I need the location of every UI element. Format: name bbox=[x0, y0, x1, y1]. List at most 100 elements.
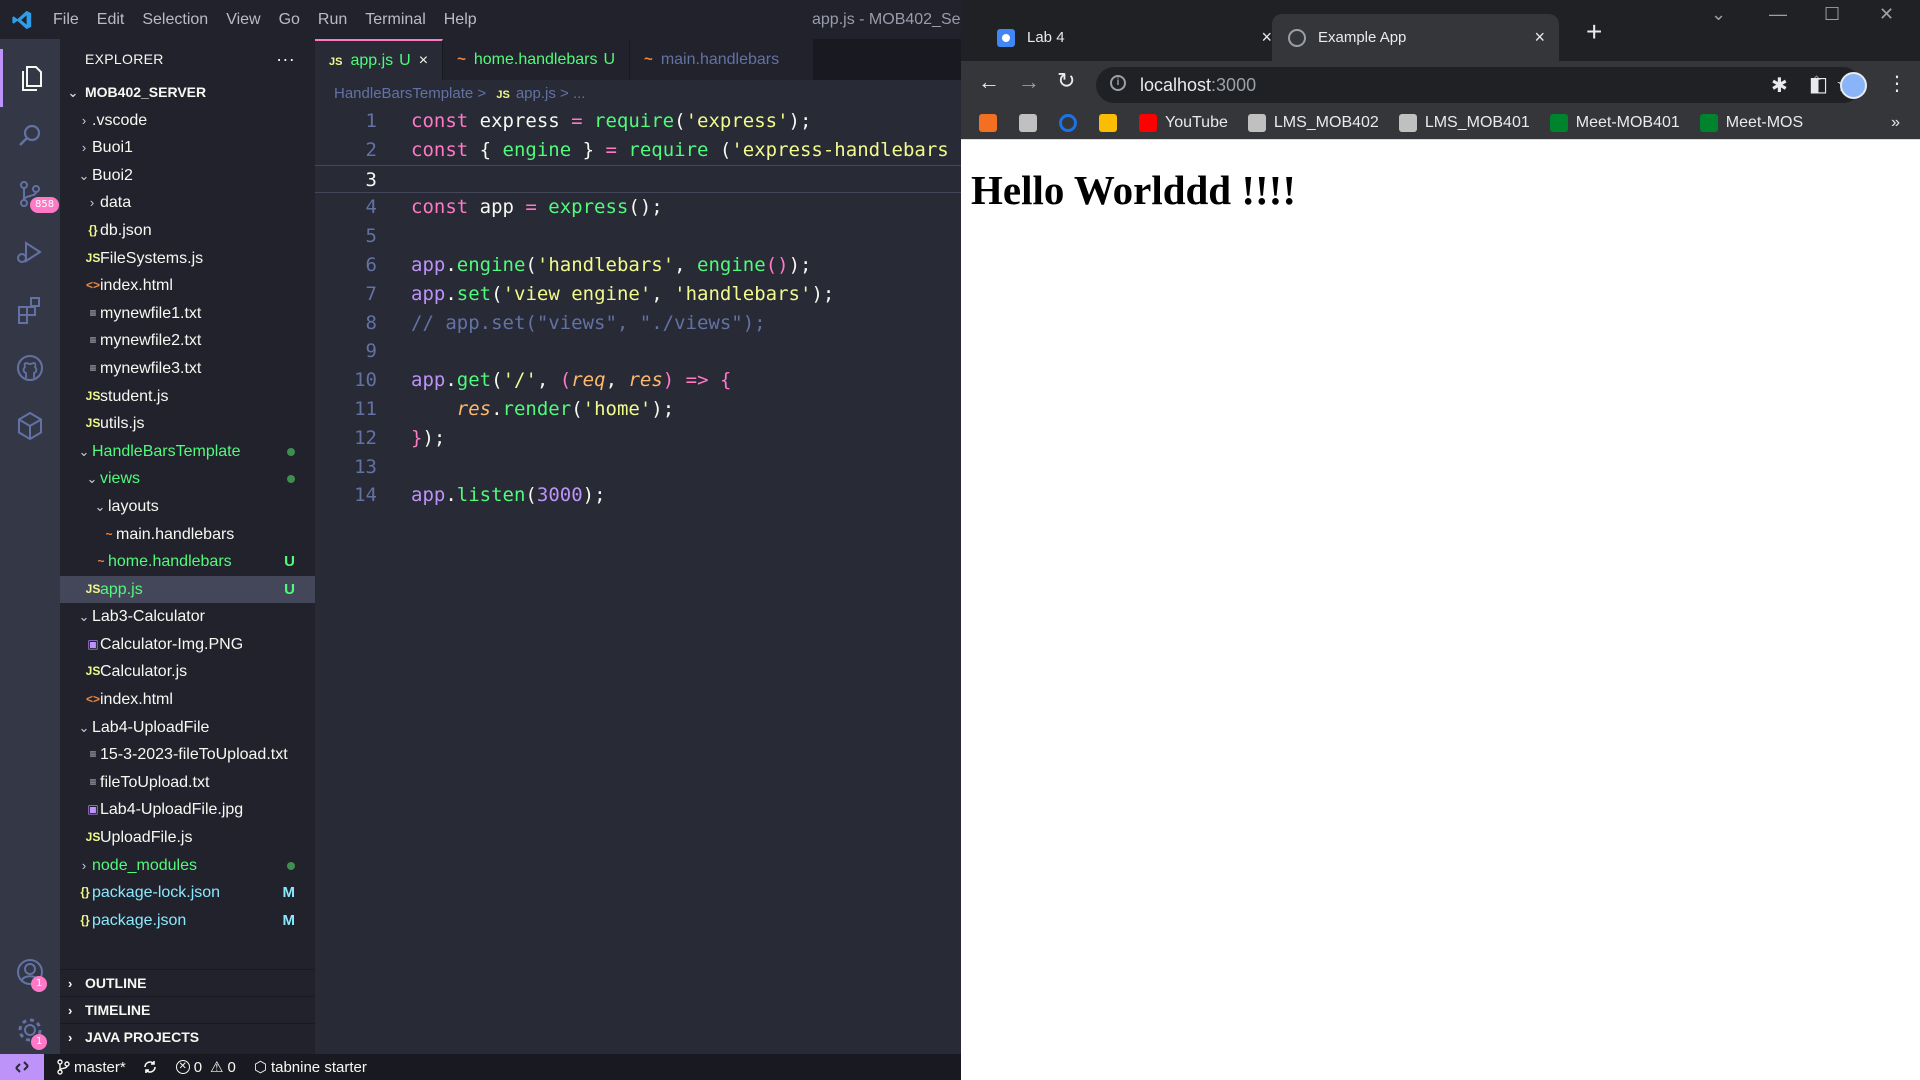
file-app-js[interactable]: JS app.js U bbox=[60, 575, 315, 604]
tab-home-handlebars[interactable]: ~ home.handlebars U bbox=[443, 39, 631, 80]
java-projects-section[interactable]: › JAVA PROJECTS bbox=[60, 1023, 315, 1050]
bookmark-meet-mos[interactable]: Meet-MOS bbox=[1699, 113, 1803, 132]
remote-explorer-icon[interactable] bbox=[0, 397, 60, 455]
code-line[interactable]: 11 res.render('home'); bbox=[315, 395, 961, 424]
menu-run[interactable]: Run bbox=[309, 0, 356, 39]
bookmark-fpt-0[interactable] bbox=[979, 113, 1005, 132]
file-calculator-img-png[interactable]: ▣ Calculator-Img.PNG bbox=[60, 631, 315, 659]
file-lab4-uploadfile-jpg[interactable]: ▣ Lab4-UploadFile.jpg bbox=[60, 796, 315, 824]
folder-lab3-calculator[interactable]: ⌄ Lab3-Calculator bbox=[60, 603, 315, 631]
folder-views[interactable]: ⌄ views bbox=[60, 465, 315, 493]
branch-status[interactable]: master* bbox=[56, 1059, 126, 1076]
code-line[interactable]: 4 const app = express(); bbox=[315, 193, 961, 222]
browser-tab-close-icon[interactable]: × bbox=[1261, 27, 1272, 48]
explorer-icon[interactable] bbox=[0, 49, 60, 107]
menu-file[interactable]: File bbox=[44, 0, 88, 39]
bookmark-youtube[interactable]: YouTube bbox=[1139, 113, 1228, 132]
chrome-menu-icon[interactable]: ⋮ bbox=[1887, 71, 1907, 96]
breadcrumb-folder[interactable]: HandleBarsTemplate bbox=[334, 85, 473, 102]
run-debug-icon[interactable] bbox=[0, 223, 60, 281]
bookmark-circle-2[interactable] bbox=[1059, 113, 1085, 132]
bookmark-meet-mob401[interactable]: Meet-MOB401 bbox=[1549, 113, 1680, 132]
code-line[interactable]: 13 bbox=[315, 453, 961, 482]
source-control-icon[interactable]: 858 bbox=[0, 165, 60, 223]
tab-main-handlebars[interactable]: ~ main.handlebars bbox=[630, 39, 815, 80]
timeline-section[interactable]: › TIMELINE bbox=[60, 996, 315, 1023]
menu-selection[interactable]: Selection bbox=[133, 0, 217, 39]
new-tab-button[interactable]: + bbox=[1586, 18, 1602, 46]
tab-close-icon[interactable]: × bbox=[419, 52, 428, 69]
forward-icon[interactable]: → bbox=[1018, 69, 1040, 95]
settings-gear-icon[interactable]: 1 bbox=[0, 1001, 60, 1059]
folder-handlebarstemplate[interactable]: ⌄ HandleBarsTemplate bbox=[60, 438, 315, 466]
folder-buoi2[interactable]: ⌄ Buoi2 bbox=[60, 162, 315, 190]
tab-search-icon[interactable]: ⌄ bbox=[1711, 4, 1726, 25]
remote-indicator-icon[interactable] bbox=[0, 1054, 44, 1080]
file-index-html[interactable]: <> index.html bbox=[60, 686, 315, 714]
code-line[interactable]: 10 app.get('/', (req, res) => { bbox=[315, 366, 961, 395]
file-uploadfile-js[interactable]: JS UploadFile.js bbox=[60, 824, 315, 852]
file-mynewfile3-txt[interactable]: ≡ mynewfile3.txt bbox=[60, 355, 315, 383]
file-student-js[interactable]: JS student.js bbox=[60, 383, 315, 411]
extensions-puzzle-icon[interactable]: ✱ bbox=[1771, 73, 1788, 98]
file-mynewfile2-txt[interactable]: ≡ mynewfile2.txt bbox=[60, 327, 315, 355]
code-line[interactable]: 12}); bbox=[315, 424, 961, 453]
code-line[interactable]: 9 bbox=[315, 337, 961, 366]
folder-data[interactable]: › data bbox=[60, 189, 315, 217]
bookmark-classroom-3[interactable] bbox=[1099, 113, 1125, 132]
folder-layouts[interactable]: ⌄ layouts bbox=[60, 493, 315, 521]
code-line[interactable]: 7 app.set('view engine', 'handlebars'); bbox=[315, 280, 961, 309]
breadcrumb-symbol[interactable]: > ... bbox=[560, 85, 585, 102]
extensions-icon[interactable] bbox=[0, 281, 60, 339]
menu-terminal[interactable]: Terminal bbox=[356, 0, 434, 39]
bookmark-lms-mob402[interactable]: LMS_MOB402 bbox=[1247, 113, 1379, 132]
file-filesystems-js[interactable]: JS FileSystems.js bbox=[60, 245, 315, 273]
back-icon[interactable]: ← bbox=[978, 69, 1000, 95]
folder-lab4-uploadfile[interactable]: ⌄ Lab4-UploadFile bbox=[60, 714, 315, 742]
site-info-icon[interactable]: i bbox=[1110, 75, 1126, 91]
outline-section[interactable]: › OUTLINE bbox=[60, 969, 315, 996]
code-line[interactable]: 6 app.engine('handlebars', engine()); bbox=[315, 251, 961, 280]
folder-node-modules[interactable]: › node_modules bbox=[60, 852, 315, 880]
accounts-icon[interactable]: 1 bbox=[0, 943, 60, 1001]
file-index-html[interactable]: <> index.html bbox=[60, 272, 315, 300]
menu-help[interactable]: Help bbox=[435, 0, 486, 39]
profile-avatar[interactable] bbox=[1840, 72, 1867, 99]
address-bar[interactable]: i localhost:3000 ⇪ ☆ bbox=[1096, 67, 1861, 103]
code-line[interactable]: 2 const { engine } = require ('express-ha… bbox=[315, 136, 961, 165]
file-main-handlebars[interactable]: ~ main.handlebars bbox=[60, 521, 315, 549]
maximize-icon[interactable]: ☐ bbox=[1824, 4, 1840, 25]
tab-app-js[interactable]: JS app.js U × bbox=[315, 39, 444, 80]
menu-edit[interactable]: Edit bbox=[88, 0, 134, 39]
bookmark-lms-mob401[interactable]: LMS_MOB401 bbox=[1398, 113, 1530, 132]
explorer-more-actions-icon[interactable]: ··· bbox=[276, 39, 295, 79]
code-line[interactable]: 1 const express = require('express'); bbox=[315, 107, 961, 136]
browser-tab-lab4[interactable]: Lab 4 × bbox=[981, 14, 1286, 61]
code-line[interactable]: 14 app.listen(3000); bbox=[315, 481, 961, 510]
code-editor[interactable]: 1 const express = require('express'); 2 con… bbox=[315, 107, 961, 510]
side-panel-icon[interactable]: ◧ bbox=[1809, 72, 1828, 97]
file-filetoupload-txt[interactable]: ≡ fileToUpload.txt bbox=[60, 769, 315, 797]
workspace-root[interactable]: ⌄ MOB402_SERVER bbox=[60, 79, 315, 107]
close-window-icon[interactable]: ✕ bbox=[1879, 4, 1894, 25]
reload-icon[interactable]: ↻ bbox=[1057, 68, 1075, 94]
minimize-icon[interactable]: — bbox=[1769, 4, 1787, 25]
folder-vscode[interactable]: › .vscode bbox=[60, 107, 315, 135]
code-line[interactable]: 8 // app.set("views", "./views"); bbox=[315, 309, 961, 338]
menu-view[interactable]: View bbox=[217, 0, 269, 39]
file-15-3-2023-filetoupload-txt[interactable]: ≡ 15-3-2023-fileToUpload.txt bbox=[60, 741, 315, 769]
breadcrumb-file[interactable]: app.js bbox=[516, 85, 556, 102]
bookmark-lms-1[interactable] bbox=[1019, 113, 1045, 132]
folder-buoi1[interactable]: › Buoi1 bbox=[60, 134, 315, 162]
code-line[interactable]: 5 bbox=[315, 222, 961, 251]
code-line[interactable]: 3 bbox=[315, 164, 961, 194]
file-utils-js[interactable]: JS utils.js bbox=[60, 410, 315, 438]
file-calculator-js[interactable]: JS Calculator.js bbox=[60, 658, 315, 686]
github-icon[interactable] bbox=[0, 339, 60, 397]
browser-tab-close-icon[interactable]: × bbox=[1534, 27, 1545, 48]
menu-go[interactable]: Go bbox=[270, 0, 309, 39]
file-mynewfile1-txt[interactable]: ≡ mynewfile1.txt bbox=[60, 300, 315, 328]
search-icon[interactable] bbox=[0, 107, 60, 165]
file-package-lock-json[interactable]: {} package-lock.json M bbox=[60, 879, 315, 907]
bookmarks-overflow-icon[interactable]: » bbox=[1891, 114, 1900, 132]
